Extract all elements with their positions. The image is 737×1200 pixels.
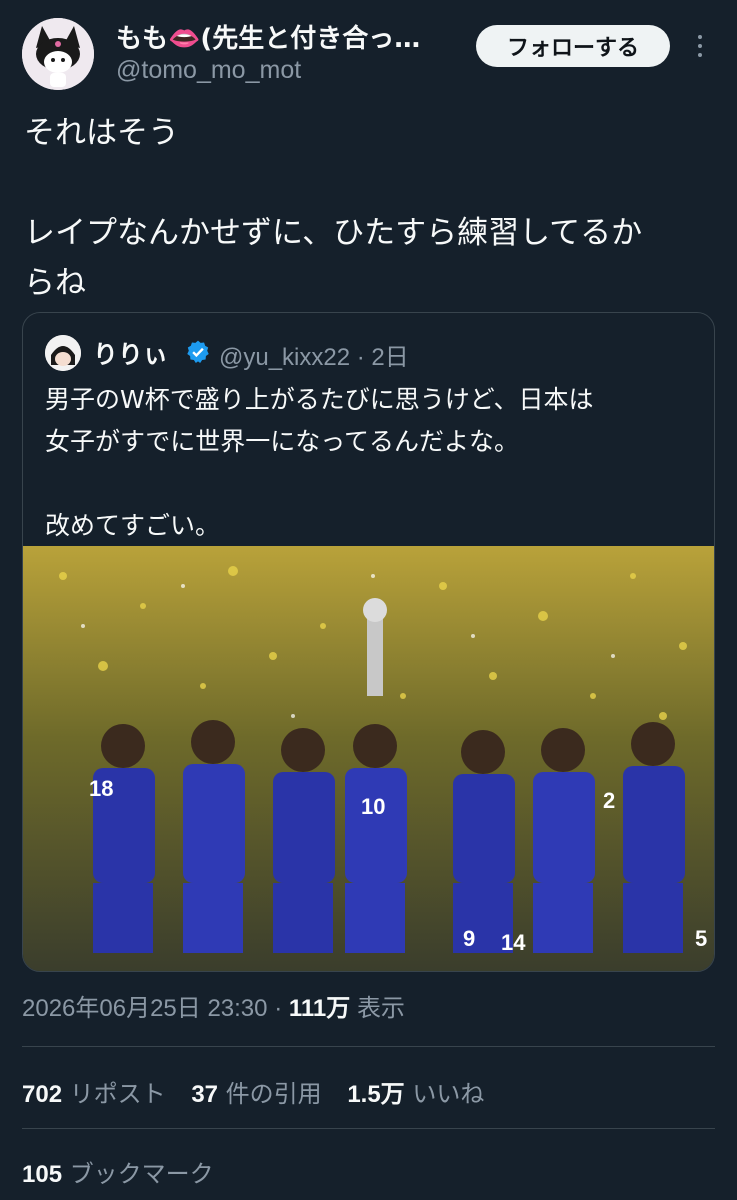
divider xyxy=(22,1046,715,1047)
jersey-number-10: 10 xyxy=(361,794,385,819)
quotes-count: 37 xyxy=(191,1081,219,1108)
likes-count: 1.5万 xyxy=(347,1081,405,1108)
author-handle[interactable]: @tomo_mo_mot xyxy=(116,56,301,85)
tweet-datetime[interactable]: 2026年06月25日 23:30 xyxy=(22,995,268,1022)
likes-label: いいね xyxy=(412,1080,485,1108)
quoted-text: 男子のW杯で盛り上がるたびに思うけど、日本は 女子がすでに世界一になってるんだよ… xyxy=(45,385,594,540)
bookmarks-label: ブックマーク xyxy=(69,1160,214,1188)
jersey-number-14: 14 xyxy=(501,930,526,955)
quoted-author-name: りりぃ xyxy=(93,340,169,369)
reposts-label: リポスト xyxy=(69,1080,166,1108)
views-label: 表示 xyxy=(356,995,405,1022)
tweet-meta: 2026年06月25日 23:30 · 111万 表示 xyxy=(22,988,405,1023)
views-count: 111万 xyxy=(288,995,351,1022)
quoted-tweet[interactable]: りりぃ @yu_kixx22 · 2日 男子のW杯で盛り上がるたびに思うけど、日… xyxy=(22,312,715,972)
meta-separator: · xyxy=(274,995,283,1022)
jersey-number-2: 2 xyxy=(603,788,615,813)
jersey-number-5: 5 xyxy=(695,926,707,951)
quoted-photo[interactable]: 18 10 2 9 14 5 xyxy=(23,546,715,972)
author-avatar[interactable] xyxy=(22,18,94,90)
bookmarks-stat[interactable]: 105 ブックマーク xyxy=(22,1160,214,1188)
tweet-text: それはそう レイプなんかせずに、ひたすら練習してるか らね xyxy=(24,115,643,301)
bookmark-stats: 105 ブックマーク xyxy=(22,1154,232,1189)
reposts-stat[interactable]: 702 リポスト xyxy=(22,1080,166,1108)
jersey-number-9: 9 xyxy=(463,926,475,951)
quoted-author-avatar xyxy=(45,335,81,371)
quotes-label: 件の引用 xyxy=(225,1080,322,1108)
quotes-stat[interactable]: 37 件の引用 xyxy=(191,1080,321,1108)
tweet-header: もも👄(先生と付き合っ… @tomo_mo_mot フォローする xyxy=(0,0,737,110)
divider xyxy=(22,1128,715,1129)
bookmarks-count: 105 xyxy=(22,1161,63,1188)
likes-stat[interactable]: 1.5万 いいね xyxy=(347,1080,484,1108)
more-options-icon[interactable] xyxy=(690,32,710,62)
author-display-name[interactable]: もも👄(先生と付き合っ… xyxy=(116,18,446,55)
follow-button[interactable]: フォローする xyxy=(476,25,670,67)
engagement-stats: 702 リポスト 37 件の引用 1.5万 いいね xyxy=(22,1074,502,1109)
reposts-count: 702 xyxy=(22,1081,63,1108)
jersey-number-18: 18 xyxy=(89,776,113,801)
verified-badge-icon xyxy=(187,340,209,364)
quoted-handle-time: @yu_kixx22 · 2日 xyxy=(219,344,409,371)
